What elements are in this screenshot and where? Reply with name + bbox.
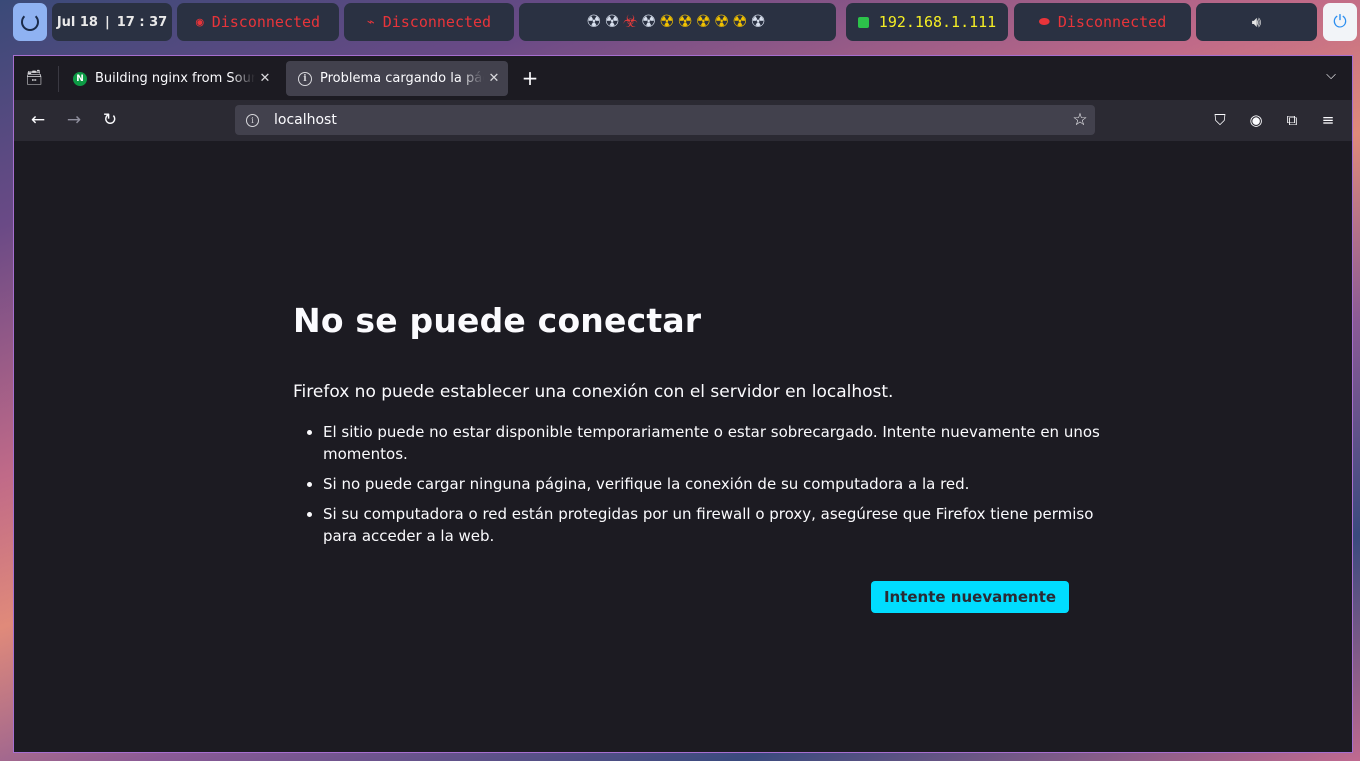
list-item: Si no puede cargar ninguna página, verif… xyxy=(323,473,1103,495)
chevron-down-icon: ⌵ xyxy=(1326,68,1336,83)
back-button[interactable]: ← xyxy=(24,108,52,132)
try-again-button[interactable]: Intente nuevamente xyxy=(871,581,1069,613)
wifi-status-label: Disconnected xyxy=(211,13,321,31)
site-info-icon[interactable]: i xyxy=(246,113,259,127)
forward-button[interactable]: → xyxy=(60,108,88,132)
wired-status-label: Disconnected xyxy=(382,13,492,31)
workspace-2-icon[interactable]: ☢ xyxy=(605,12,623,32)
list-item: El sitio puede no estar disponible tempo… xyxy=(323,421,1103,465)
puzzle-icon: ⧉ xyxy=(1286,111,1298,129)
tab-bar: 🗃︎ N Building nginx from Sources ✕ i Pro… xyxy=(14,56,1352,100)
account-button[interactable]: ◉ xyxy=(1243,108,1269,132)
error-description: Firefox no puede establecer una conexión… xyxy=(293,382,894,402)
workspace-6-icon[interactable]: ☢ xyxy=(678,12,696,32)
wifi-status-widget[interactable]: ◉ Disconnected xyxy=(177,3,339,41)
workspace-9-icon[interactable]: ☢ xyxy=(732,12,750,32)
tab-building-nginx[interactable]: N Building nginx from Sources ✕ xyxy=(61,61,279,96)
new-tab-button[interactable]: + xyxy=(518,67,542,91)
tab-divider xyxy=(58,66,59,92)
browser-window: 🗃︎ N Building nginx from Sources ✕ i Pro… xyxy=(13,55,1353,753)
error-page: No se puede conectar Firefox no puede es… xyxy=(14,141,1352,752)
workspace-8-icon[interactable]: ☢ xyxy=(714,12,732,32)
speaker-icon: 🔊︎ xyxy=(1251,13,1262,31)
workspace-10-icon[interactable]: ☢ xyxy=(751,12,769,32)
app-menu-button[interactable]: ≡ xyxy=(1315,108,1341,132)
workspace-7-icon[interactable]: ☢ xyxy=(696,12,714,32)
ethernet-icon xyxy=(857,16,869,28)
vpn-icon: ⬬ xyxy=(1038,14,1050,30)
pocket-button[interactable]: ⛉ xyxy=(1207,108,1233,132)
ip-widget[interactable]: 192.168.1.111 xyxy=(846,3,1008,41)
info-icon: i xyxy=(298,71,312,86)
wifi-icon: ◉ xyxy=(195,14,204,30)
tab-title: Problema cargando la página xyxy=(320,71,484,86)
system-topbar: Jul 18 | 17 : 37 ◉ Disconnected ⌁ Discon… xyxy=(0,0,1360,44)
firefox-view-button[interactable]: 🗃︎ xyxy=(20,66,48,90)
arrow-right-icon: → xyxy=(66,110,82,130)
wired-status-widget[interactable]: ⌁ Disconnected xyxy=(344,3,514,41)
nginx-icon: N xyxy=(73,71,87,86)
ip-address-label: 192.168.1.111 xyxy=(878,13,997,31)
reload-icon: ↻ xyxy=(102,110,118,130)
workspace-5-icon[interactable]: ☢ xyxy=(659,12,677,32)
extensions-button[interactable]: ⧉ xyxy=(1279,108,1305,132)
navigation-toolbar: ← → ↻ i localhost ☆ ⛉ ◉ ⧉ ≡ xyxy=(14,100,1352,141)
pocket-icon: ⛉ xyxy=(1214,111,1226,129)
vpn-status-label: Disconnected xyxy=(1057,13,1167,31)
network-icon: ⌁ xyxy=(366,14,375,30)
power-button[interactable]: ⏻ xyxy=(1323,3,1357,41)
account-icon: ◉ xyxy=(1249,111,1263,129)
reload-button[interactable]: ↻ xyxy=(96,108,124,132)
error-suggestions: El sitio puede no estar disponible tempo… xyxy=(293,421,1103,555)
arrow-left-icon: ← xyxy=(30,110,46,130)
volume-widget[interactable]: 🔊︎ xyxy=(1196,3,1317,41)
power-icon: ⏻ xyxy=(1333,12,1347,32)
debian-logo-icon xyxy=(21,13,39,31)
url-text[interactable]: localhost xyxy=(274,112,1065,128)
bookmark-star-icon[interactable]: ☆ xyxy=(1065,110,1095,130)
date-label: Jul 18 xyxy=(56,14,98,30)
tab-title: Building nginx from Sources xyxy=(95,71,255,86)
hamburger-menu-icon: ≡ xyxy=(1321,111,1335,129)
vpn-status-widget[interactable]: ⬬ Disconnected xyxy=(1014,3,1191,41)
clock-widget[interactable]: Jul 18 | 17 : 37 xyxy=(52,3,172,41)
url-bar[interactable]: i localhost ☆ xyxy=(235,105,1095,135)
workspace-1-icon[interactable]: ☢ xyxy=(586,12,604,32)
workspace-switcher: ☢ ☢ ☣ ☢ ☢ ☢ ☢ ☢ ☢ ☢ xyxy=(519,3,836,41)
list-all-tabs-button[interactable]: ⌵ xyxy=(1320,68,1342,88)
list-item: Si su computadora o red están protegidas… xyxy=(323,503,1103,547)
workspace-3-icon[interactable]: ☣ xyxy=(623,12,641,32)
time-label: 17 : 37 xyxy=(116,14,168,30)
close-tab-icon[interactable]: ✕ xyxy=(255,71,275,86)
firefox-view-icon: 🗃︎ xyxy=(25,70,43,86)
close-tab-icon[interactable]: ✕ xyxy=(484,71,504,86)
tab-problema-cargando[interactable]: i Problema cargando la página ✕ xyxy=(286,61,508,96)
os-logo-button[interactable] xyxy=(13,3,47,41)
page-title: No se puede conectar xyxy=(293,301,702,340)
workspace-4-icon[interactable]: ☢ xyxy=(641,12,659,32)
separator-icon: | xyxy=(104,14,110,30)
